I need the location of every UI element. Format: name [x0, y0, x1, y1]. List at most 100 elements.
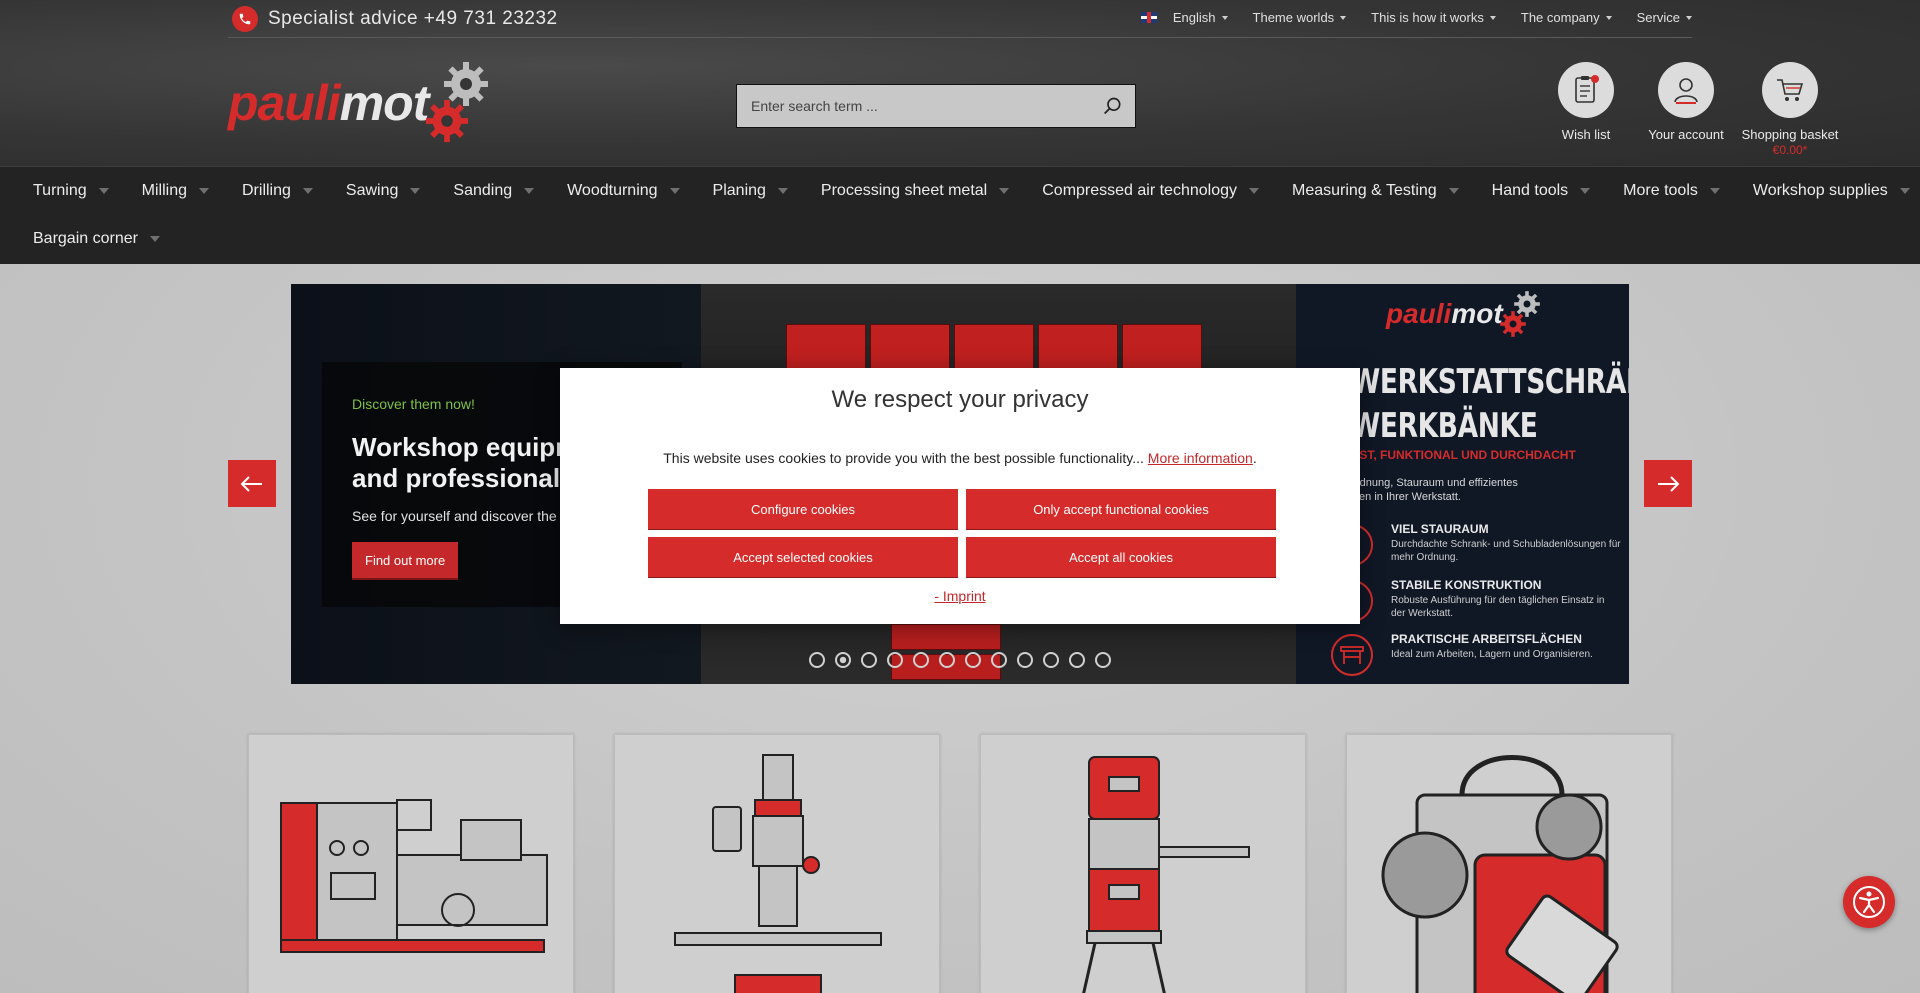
- slider-dot[interactable]: [965, 652, 981, 668]
- banner-desc-line: ten in Ihrer Werkstatt.: [1356, 491, 1461, 503]
- arrow-right-icon: [1658, 475, 1680, 492]
- slider-next-button[interactable]: [1644, 460, 1692, 507]
- topnav-company[interactable]: The company: [1521, 10, 1612, 25]
- nav-item-workshop-supplies[interactable]: Workshop supplies: [1720, 167, 1910, 215]
- banner-description: rdnung, Stauraum und effizientes ten in …: [1356, 476, 1518, 504]
- configure-cookies-button[interactable]: Configure cookies: [648, 489, 958, 529]
- account-circle: [1658, 62, 1714, 118]
- specialist-advice[interactable]: Specialist advice +49 731 23232: [232, 6, 558, 32]
- nav-item-label: Measuring & Testing: [1292, 182, 1437, 199]
- chevron-down-icon: [1899, 188, 1910, 194]
- find-out-more-button[interactable]: Find out more: [352, 542, 459, 578]
- nav-item-more-tools[interactable]: More tools: [1590, 167, 1720, 215]
- nav-item-bargain-corner[interactable]: Bargain corner: [0, 215, 160, 263]
- category-card-turning[interactable]: [248, 734, 574, 993]
- basket-button[interactable]: Shopping basket €0.00*: [1738, 62, 1842, 157]
- nav-item-sanding[interactable]: Sanding: [420, 167, 535, 215]
- banner-heading-line: WERKBÄNKE: [1351, 406, 1538, 446]
- slider-dot[interactable]: [1043, 652, 1059, 668]
- topnav-service[interactable]: Service: [1637, 10, 1692, 25]
- gear-icon: [1500, 311, 1526, 337]
- slider-dot[interactable]: [861, 652, 877, 668]
- search-button[interactable]: [1091, 85, 1135, 127]
- site-header: Specialist advice +49 731 23232 English …: [0, 0, 1920, 166]
- language-select[interactable]: English: [1140, 10, 1228, 25]
- topnav-label: Theme worlds: [1252, 10, 1335, 25]
- feature-desc: Durchdachte Schrank- und Schubladenlösun…: [1391, 539, 1621, 563]
- banner-logo-part2: mot: [1451, 298, 1503, 329]
- logo-part1: pauli: [228, 75, 341, 131]
- top-bar: Specialist advice +49 731 23232 English …: [228, 0, 1692, 38]
- cabinet-shape: [870, 324, 950, 372]
- slider-dot[interactable]: [913, 652, 929, 668]
- chevron-down-icon: [669, 188, 680, 194]
- cabinet-shape: [954, 324, 1034, 372]
- nav-item-label: Turning: [33, 182, 87, 199]
- gear-icon: [425, 99, 469, 143]
- nav-item-label: Hand tools: [1491, 182, 1569, 199]
- logo-wordmark: paulimot: [228, 74, 429, 132]
- slider-dot[interactable]: [835, 652, 851, 668]
- wishlist-circle: [1558, 62, 1614, 118]
- topnav-theme-worlds[interactable]: Theme worlds: [1253, 10, 1347, 25]
- search-bar: [736, 84, 1136, 128]
- chevron-down-icon: [777, 188, 788, 194]
- nav-item-drilling[interactable]: Drilling: [209, 167, 313, 215]
- accessibility-icon: [1853, 886, 1885, 918]
- more-information-link[interactable]: More information: [1148, 450, 1253, 466]
- nav-item-sawing[interactable]: Sawing: [313, 167, 421, 215]
- nav-item-planing[interactable]: Planing: [680, 167, 788, 215]
- workbench-icon: [1331, 634, 1373, 676]
- phone-icon: [232, 6, 258, 32]
- slider-dot[interactable]: [939, 652, 955, 668]
- slider-dot[interactable]: [1095, 652, 1111, 668]
- nav-item-hand-tools[interactable]: Hand tools: [1459, 167, 1591, 215]
- feature-title: STABILE KONSTRUKTION: [1391, 578, 1542, 592]
- category-card-sale[interactable]: [1346, 734, 1672, 993]
- nav-item-turning[interactable]: Turning: [0, 167, 109, 215]
- modal-text: This website uses cookies to provide you…: [560, 450, 1360, 466]
- nav-item-new[interactable]: NEW: [1910, 167, 1920, 215]
- accessibility-button[interactable]: [1843, 876, 1895, 928]
- chevron-down-icon: [302, 188, 313, 194]
- cabinet-shape: [1122, 324, 1202, 372]
- accept-selected-button[interactable]: Accept selected cookies: [648, 537, 958, 577]
- topnav-how-it-works[interactable]: This is how it works: [1371, 10, 1496, 25]
- slider-dot[interactable]: [887, 652, 903, 668]
- feature-desc: Ideal zum Arbeiten, Lagern und Organisie…: [1391, 649, 1593, 660]
- category-card-sawing[interactable]: [980, 734, 1306, 993]
- functional-cookies-button[interactable]: Only accept functional cookies: [966, 489, 1276, 529]
- slider-dot[interactable]: [1017, 652, 1033, 668]
- nav-item-milling[interactable]: Milling: [109, 167, 209, 215]
- nav-item-processing-sheet-metal[interactable]: Processing sheet metal: [788, 167, 1010, 215]
- modal-text-period: .: [1252, 450, 1257, 466]
- imprint-link[interactable]: - Imprint: [560, 588, 1360, 604]
- chevron-down-icon: [1605, 15, 1612, 20]
- nav-item-woodturning[interactable]: Woodturning: [534, 167, 680, 215]
- chevron-down-icon: [410, 188, 421, 194]
- wishlist-button[interactable]: Wish list: [1538, 62, 1634, 157]
- banner-logo: paulimot: [1386, 298, 1503, 330]
- category-card-milling[interactable]: [614, 734, 940, 993]
- nav-item-measuring-testing[interactable]: Measuring & Testing: [1259, 167, 1459, 215]
- slide-text: See for yourself and discover the: [352, 508, 557, 524]
- search-icon: [1104, 97, 1121, 115]
- nav-item-label: Compressed air technology: [1042, 182, 1237, 199]
- accept-all-button[interactable]: Accept all cookies: [966, 537, 1276, 577]
- slider-prev-button[interactable]: [228, 460, 276, 507]
- banner-feature: PRAKTISCHE ARBEITSFLÄCHEN Ideal zum Arbe…: [1331, 632, 1621, 682]
- slider-dot[interactable]: [1069, 652, 1085, 668]
- basket-circle: [1762, 62, 1818, 118]
- chevron-down-icon: [98, 188, 109, 194]
- site-logo[interactable]: paulimot: [228, 58, 498, 148]
- nav-item-label: Drilling: [242, 182, 291, 199]
- banner-desc-line: rdnung, Stauraum und effizientes: [1356, 477, 1518, 489]
- account-button[interactable]: Your account: [1634, 62, 1738, 157]
- topnav-label: The company: [1520, 10, 1600, 25]
- nav-item-compressed-air-technology[interactable]: Compressed air technology: [1009, 167, 1259, 215]
- slider-dot[interactable]: [991, 652, 1007, 668]
- cookie-consent-modal: We respect your privacy This website use…: [560, 368, 1360, 624]
- search-input[interactable]: [737, 85, 1091, 127]
- slider-dot[interactable]: [809, 652, 825, 668]
- feature-title: PRAKTISCHE ARBEITSFLÄCHEN: [1391, 632, 1582, 646]
